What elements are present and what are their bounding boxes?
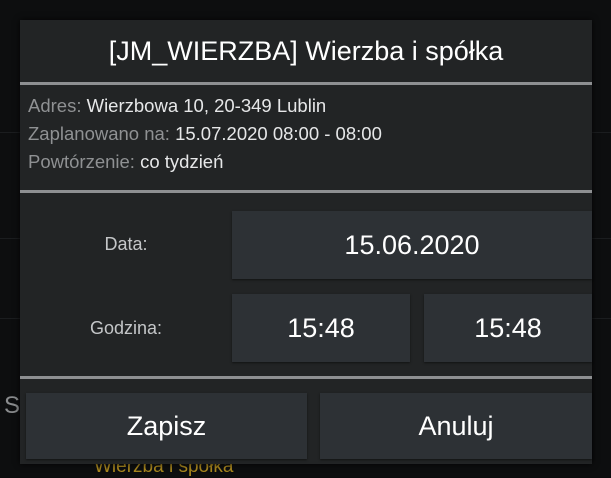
address-row: Adres: Wierzbowa 10, 20-349 Lublin [28, 92, 588, 120]
title-separator [20, 82, 592, 85]
cancel-button[interactable]: Anuluj [320, 393, 592, 459]
address-label: Adres: [28, 95, 82, 116]
visit-info: Adres: Wierzbowa 10, 20-349 Lublin Zapla… [28, 92, 588, 176]
background-letter: S [4, 392, 21, 419]
dialog-title: [JM_WIERZBA] Wierzba i spółka [108, 35, 504, 66]
save-button[interactable]: Zapisz [26, 393, 307, 459]
repeat-value: co tydzień [140, 151, 224, 172]
form-separator [20, 376, 592, 379]
time-from-field[interactable]: 15:48 [232, 294, 410, 362]
date-label: Data: [104, 234, 148, 254]
scheduled-label: Zaplanowano na: [28, 123, 170, 144]
scheduled-row: Zaplanowano na: 15.07.2020 08:00 - 08:00 [28, 120, 588, 148]
scheduled-value: 15.07.2020 08:00 - 08:00 [175, 123, 382, 144]
address-value: Wierzbowa 10, 20-349 Lublin [86, 95, 327, 116]
repeat-row: Powtórzenie: co tydzień [28, 148, 588, 176]
visit-dialog: [JM_WIERZBA] Wierzba i spółka Adres: Wie… [20, 20, 592, 464]
date-field[interactable]: 15.06.2020 [232, 211, 592, 279]
repeat-label: Powtórzenie: [28, 151, 135, 172]
time-to-field[interactable]: 15:48 [424, 294, 592, 362]
time-label: Godzina: [89, 318, 163, 338]
info-separator [20, 190, 592, 193]
